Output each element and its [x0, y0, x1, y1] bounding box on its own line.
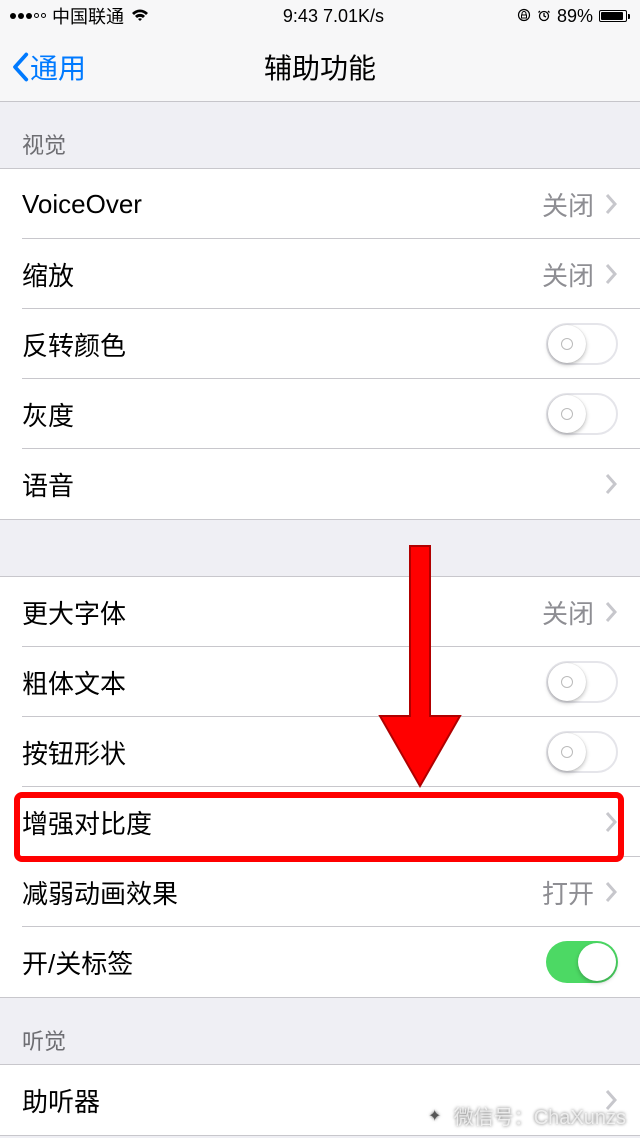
- lock-icon: [517, 6, 531, 27]
- row-value: 关闭: [542, 256, 594, 293]
- row-label: 灰度: [22, 396, 546, 433]
- row-value: 关闭: [542, 594, 594, 631]
- toggle-button-shapes[interactable]: [546, 731, 618, 773]
- page-title: 辅助功能: [264, 47, 376, 87]
- chevron-right-icon: [604, 811, 618, 833]
- row-label: 减弱动画效果: [22, 874, 542, 911]
- row-label: VoiceOver: [22, 189, 542, 220]
- row-label: 开/关标签: [22, 944, 546, 981]
- row-larger-text[interactable]: 更大字体 关闭: [0, 577, 640, 647]
- toggle-invert[interactable]: [546, 323, 618, 365]
- speed-label: 7.01K/s: [323, 6, 384, 26]
- row-label: 缩放: [22, 256, 542, 293]
- watermark: ✦ 微信号：ChaXunzs: [422, 1101, 626, 1130]
- status-right: 89%: [517, 6, 630, 27]
- row-label: 更大字体: [22, 594, 542, 631]
- row-label: 反转颜色: [22, 326, 546, 363]
- row-value: 关闭: [542, 186, 594, 223]
- toggle-onoff-labels[interactable]: [546, 941, 618, 983]
- list-vision-1: VoiceOver 关闭 缩放 关闭 反转颜色 灰度 语音: [0, 168, 640, 520]
- toggle-grayscale[interactable]: [546, 393, 618, 435]
- row-increase-contrast[interactable]: 增强对比度: [0, 787, 640, 857]
- status-center: 9:43 7.01K/s: [283, 6, 384, 27]
- nav-bar: 通用 辅助功能: [0, 32, 640, 102]
- chevron-right-icon: [604, 881, 618, 903]
- battery-icon: [599, 10, 630, 22]
- row-reduce-motion[interactable]: 减弱动画效果 打开: [0, 857, 640, 927]
- alarm-icon: [537, 6, 551, 27]
- status-bar: 中国联通 9:43 7.01K/s 89%: [0, 0, 640, 32]
- row-button-shapes[interactable]: 按钮形状: [0, 717, 640, 787]
- row-zoom[interactable]: 缩放 关闭: [0, 239, 640, 309]
- content: 视觉 VoiceOver 关闭 缩放 关闭 反转颜色 灰度 语音 更大字体 关闭: [0, 102, 640, 1136]
- time-label: 9:43: [283, 6, 318, 26]
- row-label: 按钮形状: [22, 734, 546, 771]
- chevron-right-icon: [604, 263, 618, 285]
- toggle-bold-text[interactable]: [546, 661, 618, 703]
- row-invert-colors[interactable]: 反转颜色: [0, 309, 640, 379]
- row-grayscale[interactable]: 灰度: [0, 379, 640, 449]
- back-button[interactable]: 通用: [10, 47, 86, 87]
- carrier-label: 中国联通: [52, 3, 124, 29]
- list-vision-2: 更大字体 关闭 粗体文本 按钮形状 增强对比度 减弱动画效果 打开 开/关标签: [0, 576, 640, 998]
- status-left: 中国联通: [10, 3, 150, 29]
- row-voiceover[interactable]: VoiceOver 关闭: [0, 169, 640, 239]
- row-value: 打开: [542, 874, 594, 911]
- wifi-icon: [130, 6, 150, 27]
- chevron-right-icon: [604, 473, 618, 495]
- back-label: 通用: [30, 47, 86, 87]
- row-speech[interactable]: 语音: [0, 449, 640, 519]
- signal-dots-icon: [10, 13, 46, 19]
- watermark-text: 微信号：ChaXunzs: [454, 1101, 626, 1130]
- chevron-right-icon: [604, 601, 618, 623]
- row-bold-text[interactable]: 粗体文本: [0, 647, 640, 717]
- battery-percent: 89%: [557, 6, 593, 27]
- row-label: 粗体文本: [22, 664, 546, 701]
- section-header-hearing: 听觉: [0, 998, 640, 1064]
- chevron-right-icon: [604, 193, 618, 215]
- row-label: 语音: [22, 466, 604, 503]
- section-header-vision: 视觉: [0, 102, 640, 168]
- row-onoff-labels[interactable]: 开/关标签: [0, 927, 640, 997]
- row-label: 增强对比度: [22, 804, 604, 841]
- wechat-icon: ✦: [422, 1103, 448, 1129]
